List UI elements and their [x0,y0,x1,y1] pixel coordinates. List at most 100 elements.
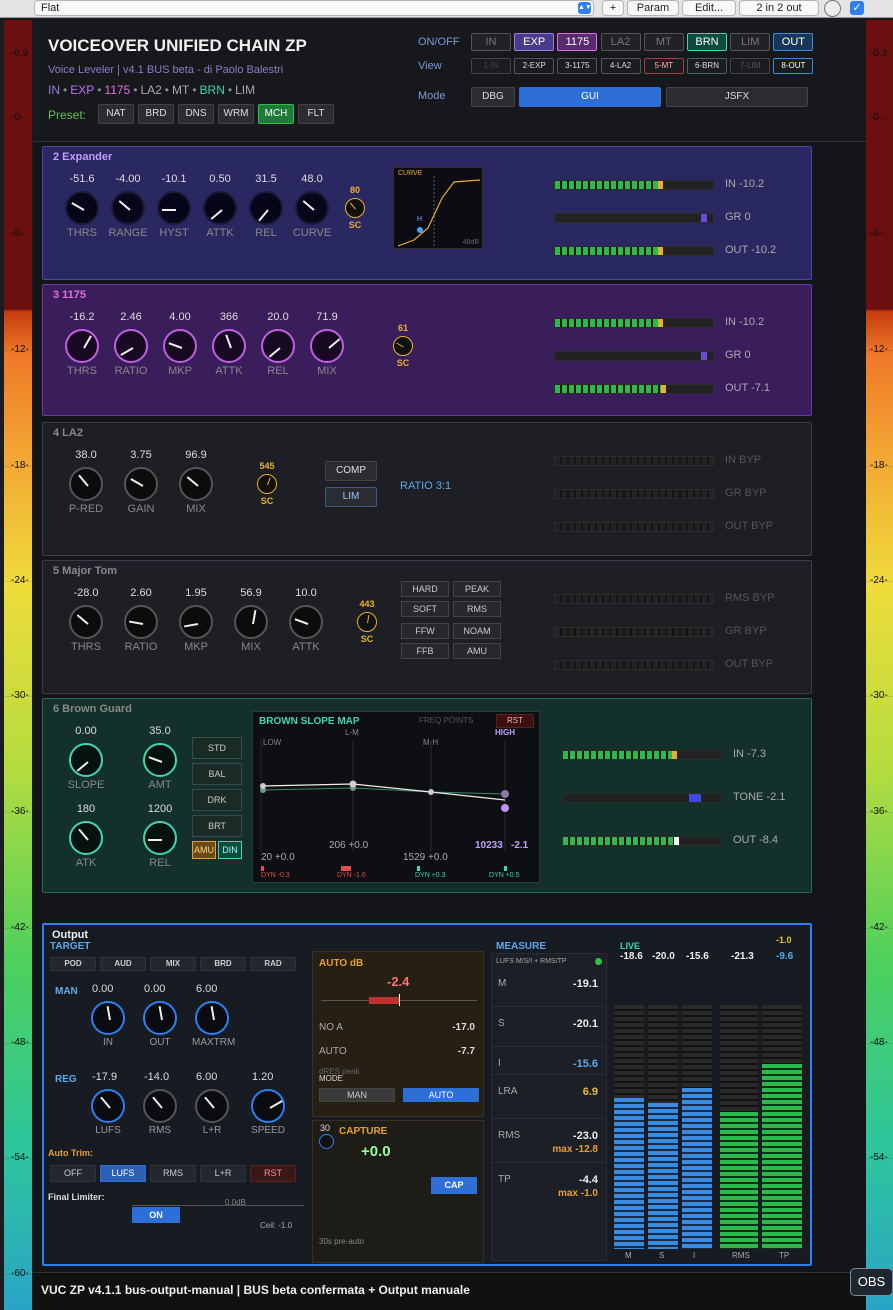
man-out-knob[interactable]: 0.00 OUT [140,983,180,1048]
view-1-button[interactable]: 1-IN [471,58,511,74]
edit-button[interactable]: Edit... [682,0,736,16]
la2-mix-knob[interactable]: 96.9 MIX [173,449,219,515]
target-mix-button[interactable]: MIX [150,957,196,971]
majortom-ffb-button[interactable]: FFB [401,643,449,659]
capture-knob-icon[interactable] [319,1134,334,1149]
autotrim-off-button[interactable]: OFF [50,1165,96,1182]
mode-jsfx-button[interactable]: JSFX [666,87,808,107]
onoff-1175-button[interactable]: 1175 [557,33,598,51]
reg-speed-knob[interactable]: 1.20 SPEED [248,1071,288,1136]
brown-amu-button[interactable]: AMU [192,841,216,859]
view-3-button[interactable]: 3-1175 [557,58,598,74]
autotrim-rms-button[interactable]: RMS [150,1165,196,1182]
c1175-sc-knob[interactable]: 61 SC [388,323,418,368]
onoff-mt-button[interactable]: MT [643,33,684,51]
brown-bal-button[interactable]: BAL [192,763,242,785]
routing-button[interactable]: 2 in 2 out [739,0,819,16]
view-7-button[interactable]: 7-LIM [730,58,771,74]
c1175-thrs-knob[interactable]: -16.2 THRS [59,311,105,377]
majortom-peak-button[interactable]: PEAK [453,581,501,597]
majortom-noam-button[interactable]: NOAM [453,623,501,639]
cap-button[interactable]: CAP [431,1177,477,1194]
c1175-rel-knob[interactable]: 20.0 REL [255,311,301,377]
majortom-ratio-knob[interactable]: 2.60 RATIO [118,587,164,653]
preset-dns-button[interactable]: DNS [178,104,214,124]
brown-rel-knob[interactable]: 1200 REL [137,803,183,869]
la2-comp-button[interactable]: COMP [325,461,377,481]
autotrim-rst-button[interactable]: RST [250,1165,296,1182]
mode-auto-button[interactable]: AUTO [403,1088,479,1102]
la2-pred-knob[interactable]: 38.0 P-RED [63,449,109,515]
add-button[interactable]: + [602,0,624,16]
man-maxtrm-knob[interactable]: 6.00 MAXTRM [192,983,235,1048]
wet-knob-icon[interactable] [824,0,841,17]
expander-thrs-knob[interactable]: -51.6 THRS [59,173,105,239]
preset-select[interactable]: Flat ▲▼ [34,0,594,16]
expander-rel-knob[interactable]: 31.5 REL [243,173,289,239]
reg-rms-knob[interactable]: -14.0 RMS [140,1071,180,1136]
preset-mch-button[interactable]: MCH [258,104,294,124]
c1175-attk-knob[interactable]: 366 ATTK [206,311,252,377]
majortom-mix-knob[interactable]: 56.9 MIX [228,587,274,653]
target-pod-button[interactable]: POD [50,957,96,971]
brown-std-button[interactable]: STD [192,737,242,759]
preset-flt-button[interactable]: FLT [298,104,334,124]
majortom-attk-knob[interactable]: 10.0 ATTK [283,587,329,653]
mode-man-button[interactable]: MAN [319,1088,395,1102]
brown-brt-button[interactable]: BRT [192,815,242,837]
onoff-brn-button[interactable]: BRN [687,33,727,51]
la2-sc-knob[interactable]: 545 SC [252,461,282,506]
brown-atk-knob[interactable]: 180 ATK [63,803,109,869]
majortom-ffw-button[interactable]: FFW [401,623,449,639]
expander-curve-knob[interactable]: 48.0 CURVE [289,173,335,239]
onoff-la2-button[interactable]: LA2 [600,33,641,51]
majortom-thrs-knob[interactable]: -28.0 THRS [63,587,109,653]
preset-nat-button[interactable]: NAT [98,104,134,124]
man-in-knob[interactable]: 0.00 IN [88,983,128,1048]
mode-gui-button[interactable]: GUI [519,87,661,107]
majortom-soft-button[interactable]: SOFT [401,601,449,617]
la2-gain-knob[interactable]: 3.75 GAIN [118,449,164,515]
obs-button[interactable]: OBS [850,1268,893,1296]
majortom-mkp-knob[interactable]: 1.95 MKP [173,587,219,653]
view-4-button[interactable]: 4-LA2 [600,58,641,74]
onoff-out-button[interactable]: OUT [773,33,814,51]
majortom-amu-button[interactable]: AMU [453,643,501,659]
brown-drk-button[interactable]: DRK [192,789,242,811]
view-6-button[interactable]: 6-BRN [687,58,727,74]
target-aud-button[interactable]: AUD [100,957,146,971]
c1175-mkp-knob[interactable]: 4.00 MKP [157,311,203,377]
majortom-hard-button[interactable]: HARD [401,581,449,597]
autotrim-lufs-button[interactable]: LUFS [100,1165,146,1182]
la2-lim-button[interactable]: LIM [325,487,377,507]
param-button[interactable]: Param [627,0,679,16]
brown-din-button[interactable]: DIN [218,841,242,859]
chevron-updown-icon: ▲▼ [578,2,592,14]
majortom-rms-button[interactable]: RMS [453,601,501,617]
c1175-ratio-knob[interactable]: 2.46 RATIO [108,311,154,377]
expander-sc-knob[interactable]: 80 SC [340,185,370,230]
enable-checkbox[interactable]: ✓ [850,1,864,15]
reg-lufs-knob[interactable]: -17.9 LUFS [88,1071,128,1136]
final-limiter-on-button[interactable]: ON [132,1207,180,1223]
autotrim-lpr-button[interactable]: L+R [200,1165,246,1182]
mode-dbg-button[interactable]: DBG [471,87,515,107]
majortom-sc-knob[interactable]: 443 SC [352,599,382,644]
view-2-button[interactable]: 2-EXP [514,58,555,74]
onoff-lim-button[interactable]: LIM [730,33,771,51]
target-brd-button[interactable]: BRD [200,957,246,971]
view-5-button[interactable]: 5-MT [643,58,684,74]
brown-slope-knob[interactable]: 0.00 SLOPE [63,725,109,791]
brown-amt-knob[interactable]: 35.0 AMT [137,725,183,791]
onoff-exp-button[interactable]: EXP [514,33,555,51]
preset-brd-button[interactable]: BRD [138,104,174,124]
c1175-mix-knob[interactable]: 71.9 MIX [304,311,350,377]
expander-attk-knob[interactable]: 0.50 ATTK [197,173,243,239]
expander-range-knob[interactable]: -4.00 RANGE [105,173,151,239]
view-8-button[interactable]: 8-OUT [773,58,814,74]
expander-hyst-knob[interactable]: -10.1 HYST [151,173,197,239]
reg-lpr-knob[interactable]: 6.00 L+R [192,1071,232,1136]
target-rad-button[interactable]: RAD [250,957,296,971]
onoff-in-button[interactable]: IN [471,33,511,51]
preset-wrm-button[interactable]: WRM [218,104,254,124]
